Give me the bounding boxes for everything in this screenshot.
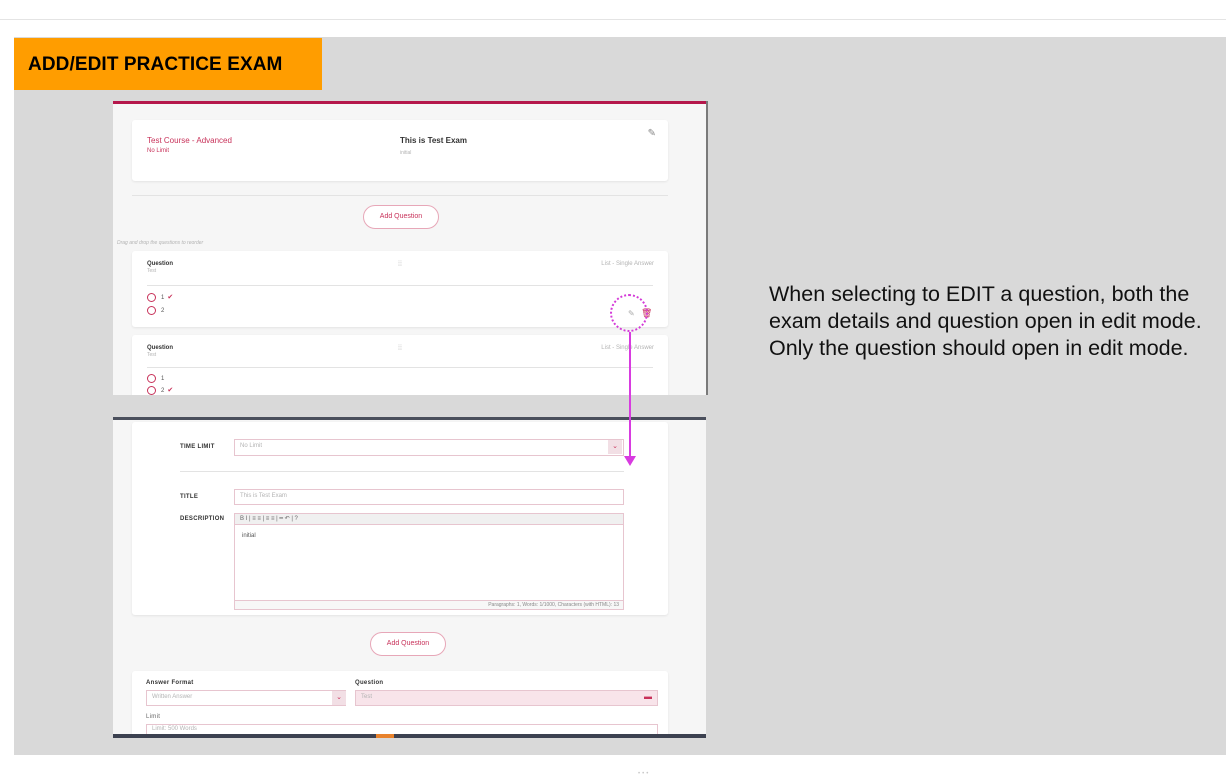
question-text: Test	[147, 352, 157, 358]
chevron-down-icon[interactable]: ⌄	[608, 440, 622, 454]
time-limit-label: TIME LIMIT	[180, 444, 215, 450]
divider	[180, 471, 624, 472]
divider	[147, 285, 653, 286]
image-icon[interactable]: ▬	[644, 692, 652, 701]
add-question-button[interactable]: Add Question	[363, 205, 439, 229]
question-card[interactable]: Question Test ⁞⁞ List - Single Answer 1 ✔…	[132, 251, 668, 327]
exam-description: initial	[400, 150, 412, 156]
radio-icon	[147, 293, 156, 302]
answer-option: 1	[147, 374, 164, 383]
radio-icon	[147, 386, 156, 395]
editor-status: Paragraphs: 1, Words: 1/1000, Characters…	[234, 601, 624, 610]
course-name: Test Course - Advanced	[147, 136, 232, 145]
slide-title: ADD/EDIT PRACTICE EXAM	[14, 38, 322, 90]
answer-format-select[interactable]: Written Answer	[146, 690, 346, 706]
slide: ADD/EDIT PRACTICE EXAM When selecting to…	[14, 37, 1226, 755]
answer-option: 1 ✔	[147, 293, 173, 302]
editor-toolbar[interactable]: B I | ≡ ≡ | ≡ ≡ | ━ ↶ | ?	[234, 513, 624, 525]
bottom-highlight	[376, 734, 394, 738]
question-label: Question	[355, 680, 384, 686]
drag-handle-icon[interactable]: ⁞⁞	[398, 345, 402, 352]
radio-icon	[147, 374, 156, 383]
answer-format: List - Single Answer	[601, 261, 654, 267]
radio-icon	[147, 306, 156, 315]
highlight-circle	[610, 294, 648, 332]
answer-option: 2	[147, 306, 164, 315]
time-limit-select[interactable]: No Limit	[234, 439, 624, 456]
answer-option: 2 ✔	[147, 386, 173, 395]
drag-handle-icon[interactable]: ⁞⁞	[398, 261, 402, 268]
exam-title: This is Test Exam	[400, 136, 467, 145]
drag-hint: Drag and drop the questions to reorder	[117, 240, 204, 246]
title-label: TITLE	[180, 494, 199, 500]
top-bar	[0, 0, 1226, 20]
exam-details-card: Test Course - Advanced No Limit This is …	[132, 120, 668, 181]
description-editor[interactable]: initial	[234, 525, 624, 601]
screenshot-before: Test Course - Advanced No Limit This is …	[113, 101, 706, 395]
question-text: Test	[147, 268, 157, 274]
checkmark-icon: ✔	[167, 387, 174, 395]
question-input[interactable]: Test	[355, 690, 658, 706]
question-card[interactable]: Question Test ⁞⁞ List - Single Answer 1 …	[132, 335, 668, 395]
scrollbar[interactable]	[706, 101, 708, 395]
time-limit-value: No Limit	[147, 148, 170, 154]
divider	[132, 195, 668, 196]
divider	[147, 367, 653, 368]
checkmark-icon: ✔	[167, 294, 174, 302]
arrow-head-icon	[624, 456, 636, 466]
question-label: Question	[147, 261, 174, 267]
bottom-strip	[113, 734, 706, 738]
answer-format: List - Single Answer	[601, 345, 654, 351]
slide-caption: When selecting to EDIT a question, both …	[769, 282, 1202, 360]
question-label: Question	[147, 345, 174, 351]
pager-dots[interactable]: •••	[638, 771, 650, 777]
description-label: DESCRIPTION	[180, 516, 225, 522]
title-input[interactable]: This is Test Exam	[234, 489, 624, 505]
annotation-arrow	[629, 332, 631, 458]
limit-label: Limit	[146, 714, 161, 720]
add-question-button[interactable]: Add Question	[370, 632, 446, 656]
answer-format-label: Answer Format	[146, 680, 194, 686]
chevron-down-icon[interactable]: ⌄	[332, 691, 346, 705]
pencil-icon[interactable]: ✎	[648, 128, 656, 139]
